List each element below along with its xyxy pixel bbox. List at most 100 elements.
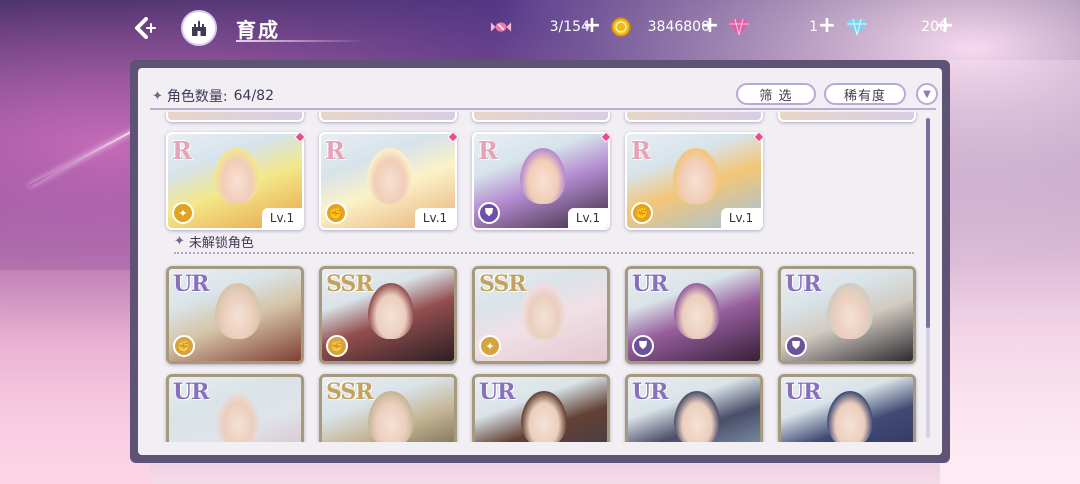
add-candy-button[interactable]: + xyxy=(582,13,602,39)
character-figure xyxy=(827,391,873,442)
back-arrow-icon xyxy=(135,17,156,39)
character-card[interactable]: R ✊ Lv.1 xyxy=(319,132,457,230)
candy-count: 3/154 xyxy=(549,19,590,35)
character-figure xyxy=(674,391,720,442)
background-glow-right xyxy=(940,60,1080,484)
level-label: Lv.1 xyxy=(568,208,608,228)
character-card[interactable] xyxy=(319,112,457,122)
header-divider xyxy=(150,108,936,110)
character-figure xyxy=(674,283,720,339)
locked-character-card[interactable]: UR ⛊ xyxy=(778,266,916,364)
filter-button[interactable]: 筛 选 xyxy=(736,83,816,105)
fist-icon: ✊ xyxy=(631,202,653,224)
character-figure xyxy=(368,283,414,339)
locked-character-card[interactable]: UR ⛊ xyxy=(625,266,763,364)
character-figure xyxy=(673,148,719,204)
castle-home-icon xyxy=(192,20,206,36)
blue-diamond-icon xyxy=(846,16,868,38)
character-figure xyxy=(827,283,873,339)
rarity-badge: SSR xyxy=(479,271,527,297)
add-diamond-button[interactable]: + xyxy=(935,13,955,39)
character-figure xyxy=(214,148,260,204)
character-figure xyxy=(215,283,261,339)
rarity-badge: R xyxy=(325,136,345,165)
wand-icon: ✦ xyxy=(172,202,194,224)
level-label: Lv.1 xyxy=(415,208,455,228)
locked-character-card[interactable]: UR✦ xyxy=(166,374,304,442)
sparkle-icon: ✦ xyxy=(152,88,163,104)
pink-gem-resource: 1 xyxy=(728,14,818,40)
rarity-badge: R xyxy=(478,136,498,165)
add-pink-gem-button[interactable]: + xyxy=(817,13,837,39)
character-figure xyxy=(215,391,261,442)
gold-coin-icon xyxy=(610,16,632,38)
rarity-sort-button[interactable]: 稀有度 xyxy=(824,83,906,105)
add-gold-button[interactable]: + xyxy=(700,13,720,39)
locked-character-card[interactable]: SSR ✦ xyxy=(472,266,610,364)
rarity-badge: UR xyxy=(173,271,209,297)
character-grid[interactable]: ✦ 未解锁角色 R ✦ Lv.1 R ✊ Lv.1 R ⛊ Lv.1 R ✊ Lv.1 UR ✊ SSR ✊ S… xyxy=(138,112,928,442)
character-card[interactable] xyxy=(625,112,763,122)
section-divider xyxy=(174,252,914,254)
fist-icon: ✊ xyxy=(326,335,348,357)
character-card[interactable]: R ⛊ Lv.1 xyxy=(472,132,610,230)
candy-icon xyxy=(490,16,512,38)
character-panel: ✦ 角色数量: 64/82 筛 选 稀有度 ▼ ✦ 未解锁角色 R ✦ Lv.1 R ✊… xyxy=(130,60,950,463)
locked-character-card[interactable]: UR⛊ xyxy=(472,374,610,442)
wand-icon: ✦ xyxy=(479,335,501,357)
rarity-badge: SSR xyxy=(326,271,374,297)
background-glow-left xyxy=(0,270,150,484)
rarity-badge: UR xyxy=(632,271,668,297)
character-card[interactable] xyxy=(778,112,916,122)
candy-resource: 3/154 xyxy=(490,14,590,40)
character-figure xyxy=(521,391,567,442)
locked-character-card[interactable]: UR ✊ xyxy=(166,266,304,364)
character-card[interactable] xyxy=(166,112,304,122)
top-bar: 育成 3/154 + 3846800 + 1 + 200 + xyxy=(0,0,1080,58)
locked-character-card[interactable]: UR✊ xyxy=(625,374,763,442)
rarity-badge: UR xyxy=(479,379,515,405)
gold-resource: 3846800 xyxy=(610,14,710,40)
sparkle-icon: ✦ xyxy=(174,234,185,249)
locked-section-title: 未解锁角色 xyxy=(188,236,254,251)
character-figure xyxy=(367,148,413,204)
sort-order-button[interactable]: ▼ xyxy=(916,83,938,105)
character-count: ✦ 角色数量: 64/82 xyxy=(152,86,274,106)
character-figure xyxy=(520,148,566,204)
pink-gem-icon xyxy=(728,16,750,38)
character-card[interactable]: R ✊ Lv.1 xyxy=(625,132,763,230)
character-card[interactable]: R ✦ Lv.1 xyxy=(166,132,304,230)
title-underline xyxy=(236,40,366,42)
locked-character-card[interactable]: UR⛊ xyxy=(778,374,916,442)
page-title: 育成 xyxy=(236,18,280,42)
panel-inner: ✦ 角色数量: 64/82 筛 选 稀有度 ▼ ✦ 未解锁角色 R ✦ Lv.1 R ✊… xyxy=(138,68,942,455)
rarity-badge: UR xyxy=(785,271,821,297)
character-count-value: 64/82 xyxy=(233,88,274,104)
rarity-badge: SSR xyxy=(326,379,374,405)
rarity-badge: UR xyxy=(632,379,668,405)
character-card[interactable] xyxy=(472,112,610,122)
locked-character-card[interactable]: SSR ✊ xyxy=(319,266,457,364)
shield-icon: ⛊ xyxy=(632,335,654,357)
character-count-label: 角色数量: xyxy=(166,89,228,105)
character-figure xyxy=(521,283,567,339)
shield-icon: ⛊ xyxy=(785,335,807,357)
level-label: Lv.1 xyxy=(262,208,302,228)
fist-icon: ✊ xyxy=(173,335,195,357)
scrollbar[interactable] xyxy=(926,118,930,438)
chevron-down-icon: ▼ xyxy=(923,88,931,100)
shield-icon: ⛊ xyxy=(478,202,500,224)
pink-gem-count: 1 xyxy=(809,19,818,35)
fist-icon: ✊ xyxy=(325,202,347,224)
locked-section-header: ✦ 未解锁角色 xyxy=(174,232,254,251)
home-button[interactable] xyxy=(181,10,217,46)
rarity-badge: R xyxy=(631,136,651,165)
rarity-badge: UR xyxy=(173,379,209,405)
back-button[interactable] xyxy=(124,10,164,46)
scrollbar-thumb[interactable] xyxy=(926,118,930,328)
diamond-resource: 200 xyxy=(846,14,948,40)
rarity-badge: UR xyxy=(785,379,821,405)
level-label: Lv.1 xyxy=(721,208,761,228)
locked-character-card[interactable]: SSR✦ xyxy=(319,374,457,442)
rarity-badge: R xyxy=(172,136,192,165)
